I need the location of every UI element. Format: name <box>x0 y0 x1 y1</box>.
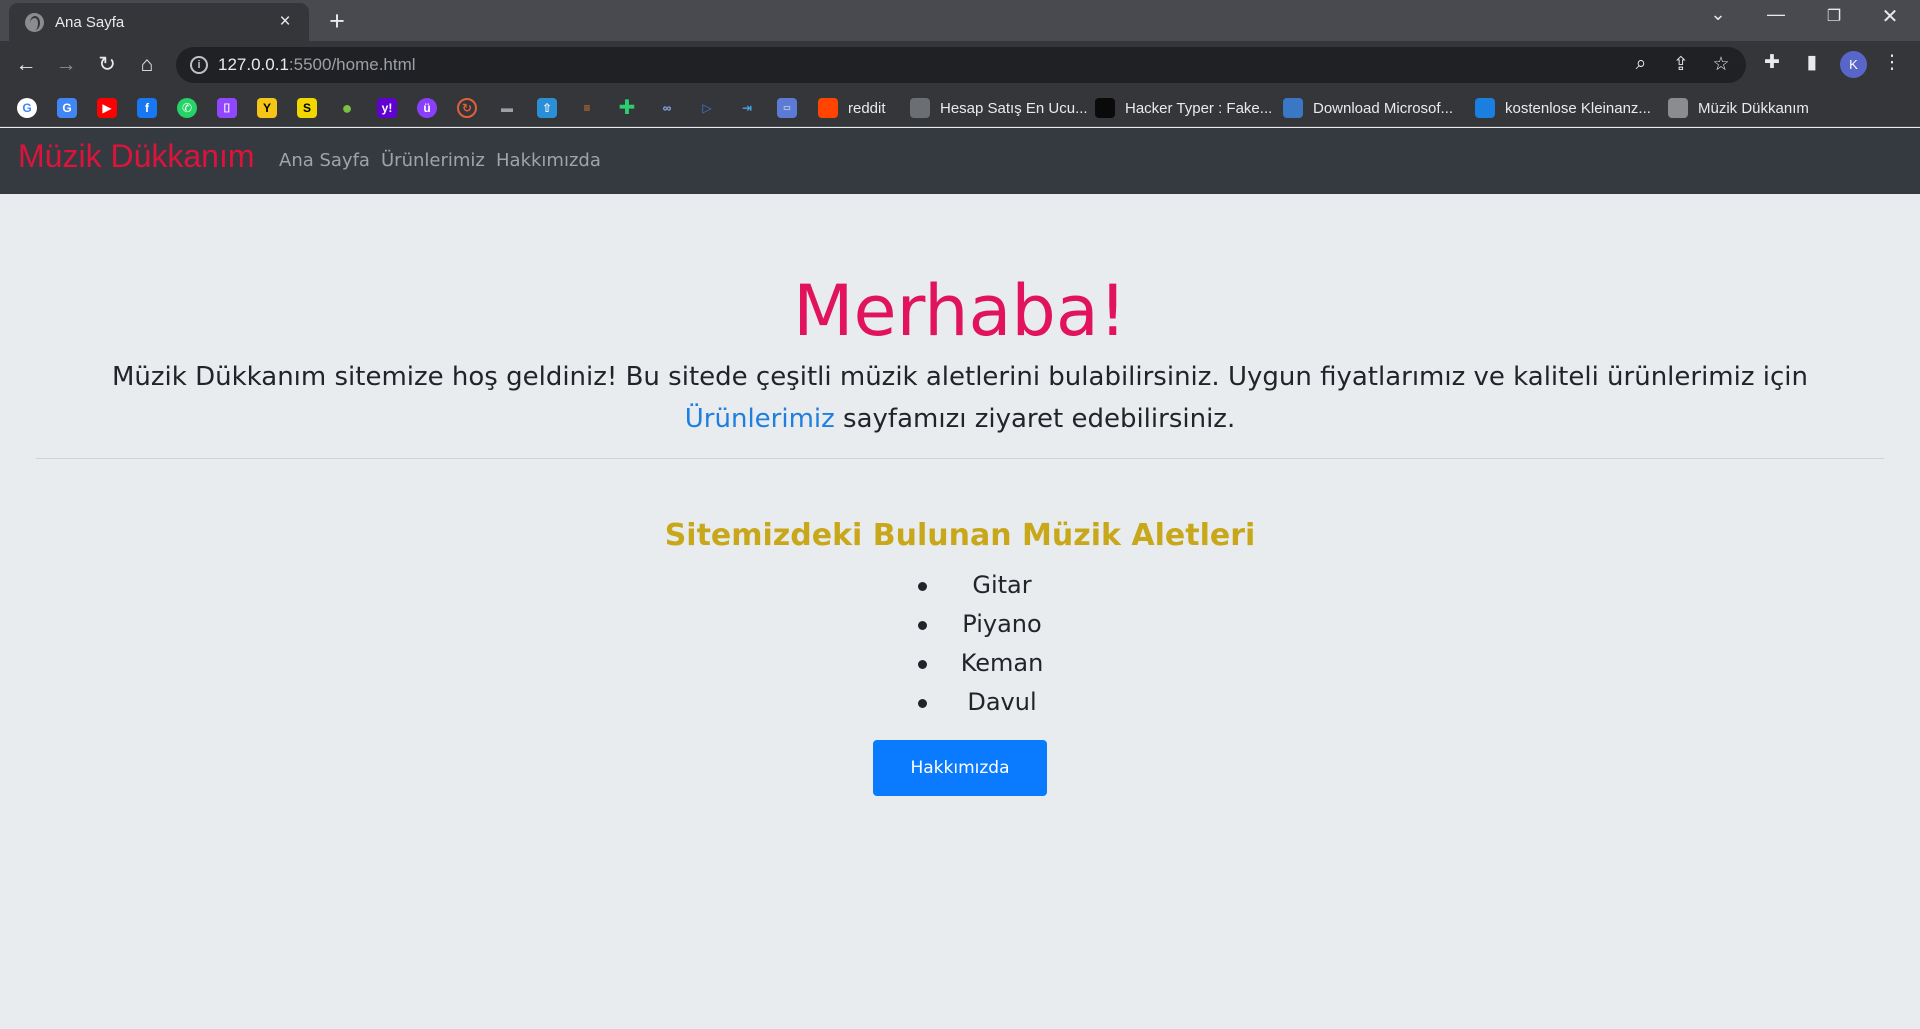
nav-link-ana-sayfa[interactable]: Ana Sayfa <box>279 150 370 171</box>
bookmark-blue-icon[interactable]: ▭ <box>777 98 797 118</box>
bookmark-label: Hacker Typer : Fake... <box>1125 99 1273 117</box>
list-item: Gitar <box>910 566 1070 605</box>
menu-icon[interactable]: ⋮ <box>1878 51 1906 74</box>
profile-avatar[interactable]: K <box>1840 51 1867 78</box>
link-icon[interactable]: ∞ <box>657 98 677 118</box>
zoom-icon[interactable]: ⌕ <box>1628 53 1654 75</box>
bookmark-item[interactable]: Download Microsof... <box>1283 98 1453 118</box>
back-button[interactable]: ← <box>8 49 44 81</box>
tab-search-icon[interactable]: ⌄ <box>1698 4 1738 25</box>
bookmarks-bar: G G ▶ f ✆ ⌷ Y S ● y! ü ↻ ▬ ⇧ ≡ ✚ ∞ ▷ ⇥ ▭… <box>0 89 1920 127</box>
bookmark-item[interactable]: reddit <box>818 98 886 118</box>
tab-title: Ana Sayfa <box>55 13 125 31</box>
urunlerimiz-link[interactable]: Ürünlerimiz <box>685 404 835 434</box>
close-window-button[interactable]: ✕ <box>1870 4 1910 29</box>
url-text: 127.0.0.1:5500/home.html <box>218 55 416 74</box>
forward-button[interactable]: → <box>48 49 84 81</box>
bookmark-u-icon[interactable]: ü <box>417 98 437 118</box>
about-button[interactable]: Hakkımızda <box>873 740 1047 796</box>
bookmark-label: Müzik Dükkanım <box>1698 99 1809 117</box>
restore-button[interactable]: ❐ <box>1814 6 1854 26</box>
bookmark-label: reddit <box>848 99 886 117</box>
bookmark-label: Hesap Satış En Ucu... <box>940 99 1088 117</box>
hacker-typer-icon <box>1095 98 1115 118</box>
bookmark-item[interactable]: kostenlose Kleinanz... <box>1475 98 1651 118</box>
twitch-icon[interactable]: ⌷ <box>217 98 237 118</box>
dash-icon[interactable]: ▬ <box>497 98 517 118</box>
bookmark-person-icon <box>910 98 930 118</box>
hero-text: Müzik Dükkanım sitemize hoş geldiniz! Bu… <box>112 362 1808 434</box>
google-translate-icon[interactable]: G <box>57 98 77 118</box>
site-info-icon[interactable]: i <box>190 56 208 74</box>
browser-tabstrip: Ana Sayfa × + ⌄ — ❐ ✕ <box>0 0 1920 41</box>
minimize-button[interactable]: — <box>1756 4 1796 25</box>
site-brand[interactable]: Müzik Dükkanım <box>18 138 255 175</box>
address-bar[interactable]: i 127.0.0.1:5500/home.html ⌕ ⇪ ☆ <box>176 47 1746 83</box>
reddit-icon <box>818 98 838 118</box>
quoka-icon <box>1475 98 1495 118</box>
share-icon[interactable]: ⇪ <box>1668 53 1694 76</box>
browser-tab-active[interactable]: Ana Sayfa × <box>9 3 309 41</box>
download-icon <box>1283 98 1303 118</box>
home-button[interactable]: ⌂ <box>129 49 165 81</box>
list-item: Keman <box>910 644 1070 683</box>
google-icon[interactable]: G <box>17 98 37 118</box>
list-item: Davul <box>910 683 1070 722</box>
divider <box>36 458 1884 459</box>
extensions-icon[interactable]: ✚ <box>1758 51 1786 74</box>
instruments-heading: Sitemizdeki Bulunan Müzik Aletleri <box>664 518 1256 553</box>
bookmark-y-icon[interactable]: Y <box>257 98 277 118</box>
reload-button[interactable]: ↻ <box>89 49 125 81</box>
drop-icon[interactable]: ● <box>337 98 357 118</box>
side-panel-icon[interactable]: ▮ <box>1798 51 1826 74</box>
close-icon[interactable]: × <box>273 11 297 33</box>
bookmark-label: Download Microsof... <box>1313 99 1454 117</box>
cloud-upload-icon[interactable]: ⇧ <box>537 98 557 118</box>
list-item: Piyano <box>910 605 1070 644</box>
bookmark-s-icon[interactable]: S <box>297 98 317 118</box>
bookmark-arrow-icon[interactable]: ⇥ <box>737 98 757 118</box>
yahoo-icon[interactable]: y! <box>377 98 397 118</box>
hero-title: Merhaba! <box>793 270 1127 352</box>
globe-icon <box>1668 98 1688 118</box>
new-tab-button[interactable]: + <box>322 6 352 37</box>
nav-link-hakkimizda[interactable]: Hakkımızda <box>496 150 601 171</box>
bookmark-star-icon[interactable]: ☆ <box>1708 53 1734 76</box>
bookmark-item[interactable]: Hacker Typer : Fake... <box>1095 98 1272 118</box>
youtube-icon[interactable]: ▶ <box>97 98 117 118</box>
bookmark-circle-icon[interactable]: ↻ <box>457 98 477 118</box>
instrument-list: Gitar Piyano Keman Davul <box>910 566 1070 722</box>
globe-icon <box>25 12 44 32</box>
bookmark-item[interactable]: Hesap Satış En Ucu... <box>910 98 1088 118</box>
bookmark-item[interactable]: Müzik Dükkanım <box>1668 98 1809 118</box>
bookmark-label: kostenlose Kleinanz... <box>1505 99 1651 117</box>
plus-icon[interactable]: ✚ <box>617 98 637 118</box>
whatsapp-icon[interactable]: ✆ <box>177 98 197 118</box>
play-icon[interactable]: ▷ <box>697 98 717 118</box>
browser-toolbar: ← → ↻ ⌂ i 127.0.0.1:5500/home.html ⌕ ⇪ ☆… <box>0 41 1920 89</box>
site-navbar: Müzik Dükkanım Ana Sayfa Ürünlerimiz Hak… <box>0 128 1920 194</box>
bookmark-bars-icon[interactable]: ≡ <box>577 98 597 118</box>
page-content: Merhaba! Müzik Dükkanım sitemize hoş gel… <box>0 194 1920 1029</box>
facebook-icon[interactable]: f <box>137 98 157 118</box>
nav-link-urunlerimiz[interactable]: Ürünlerimiz <box>381 150 485 171</box>
